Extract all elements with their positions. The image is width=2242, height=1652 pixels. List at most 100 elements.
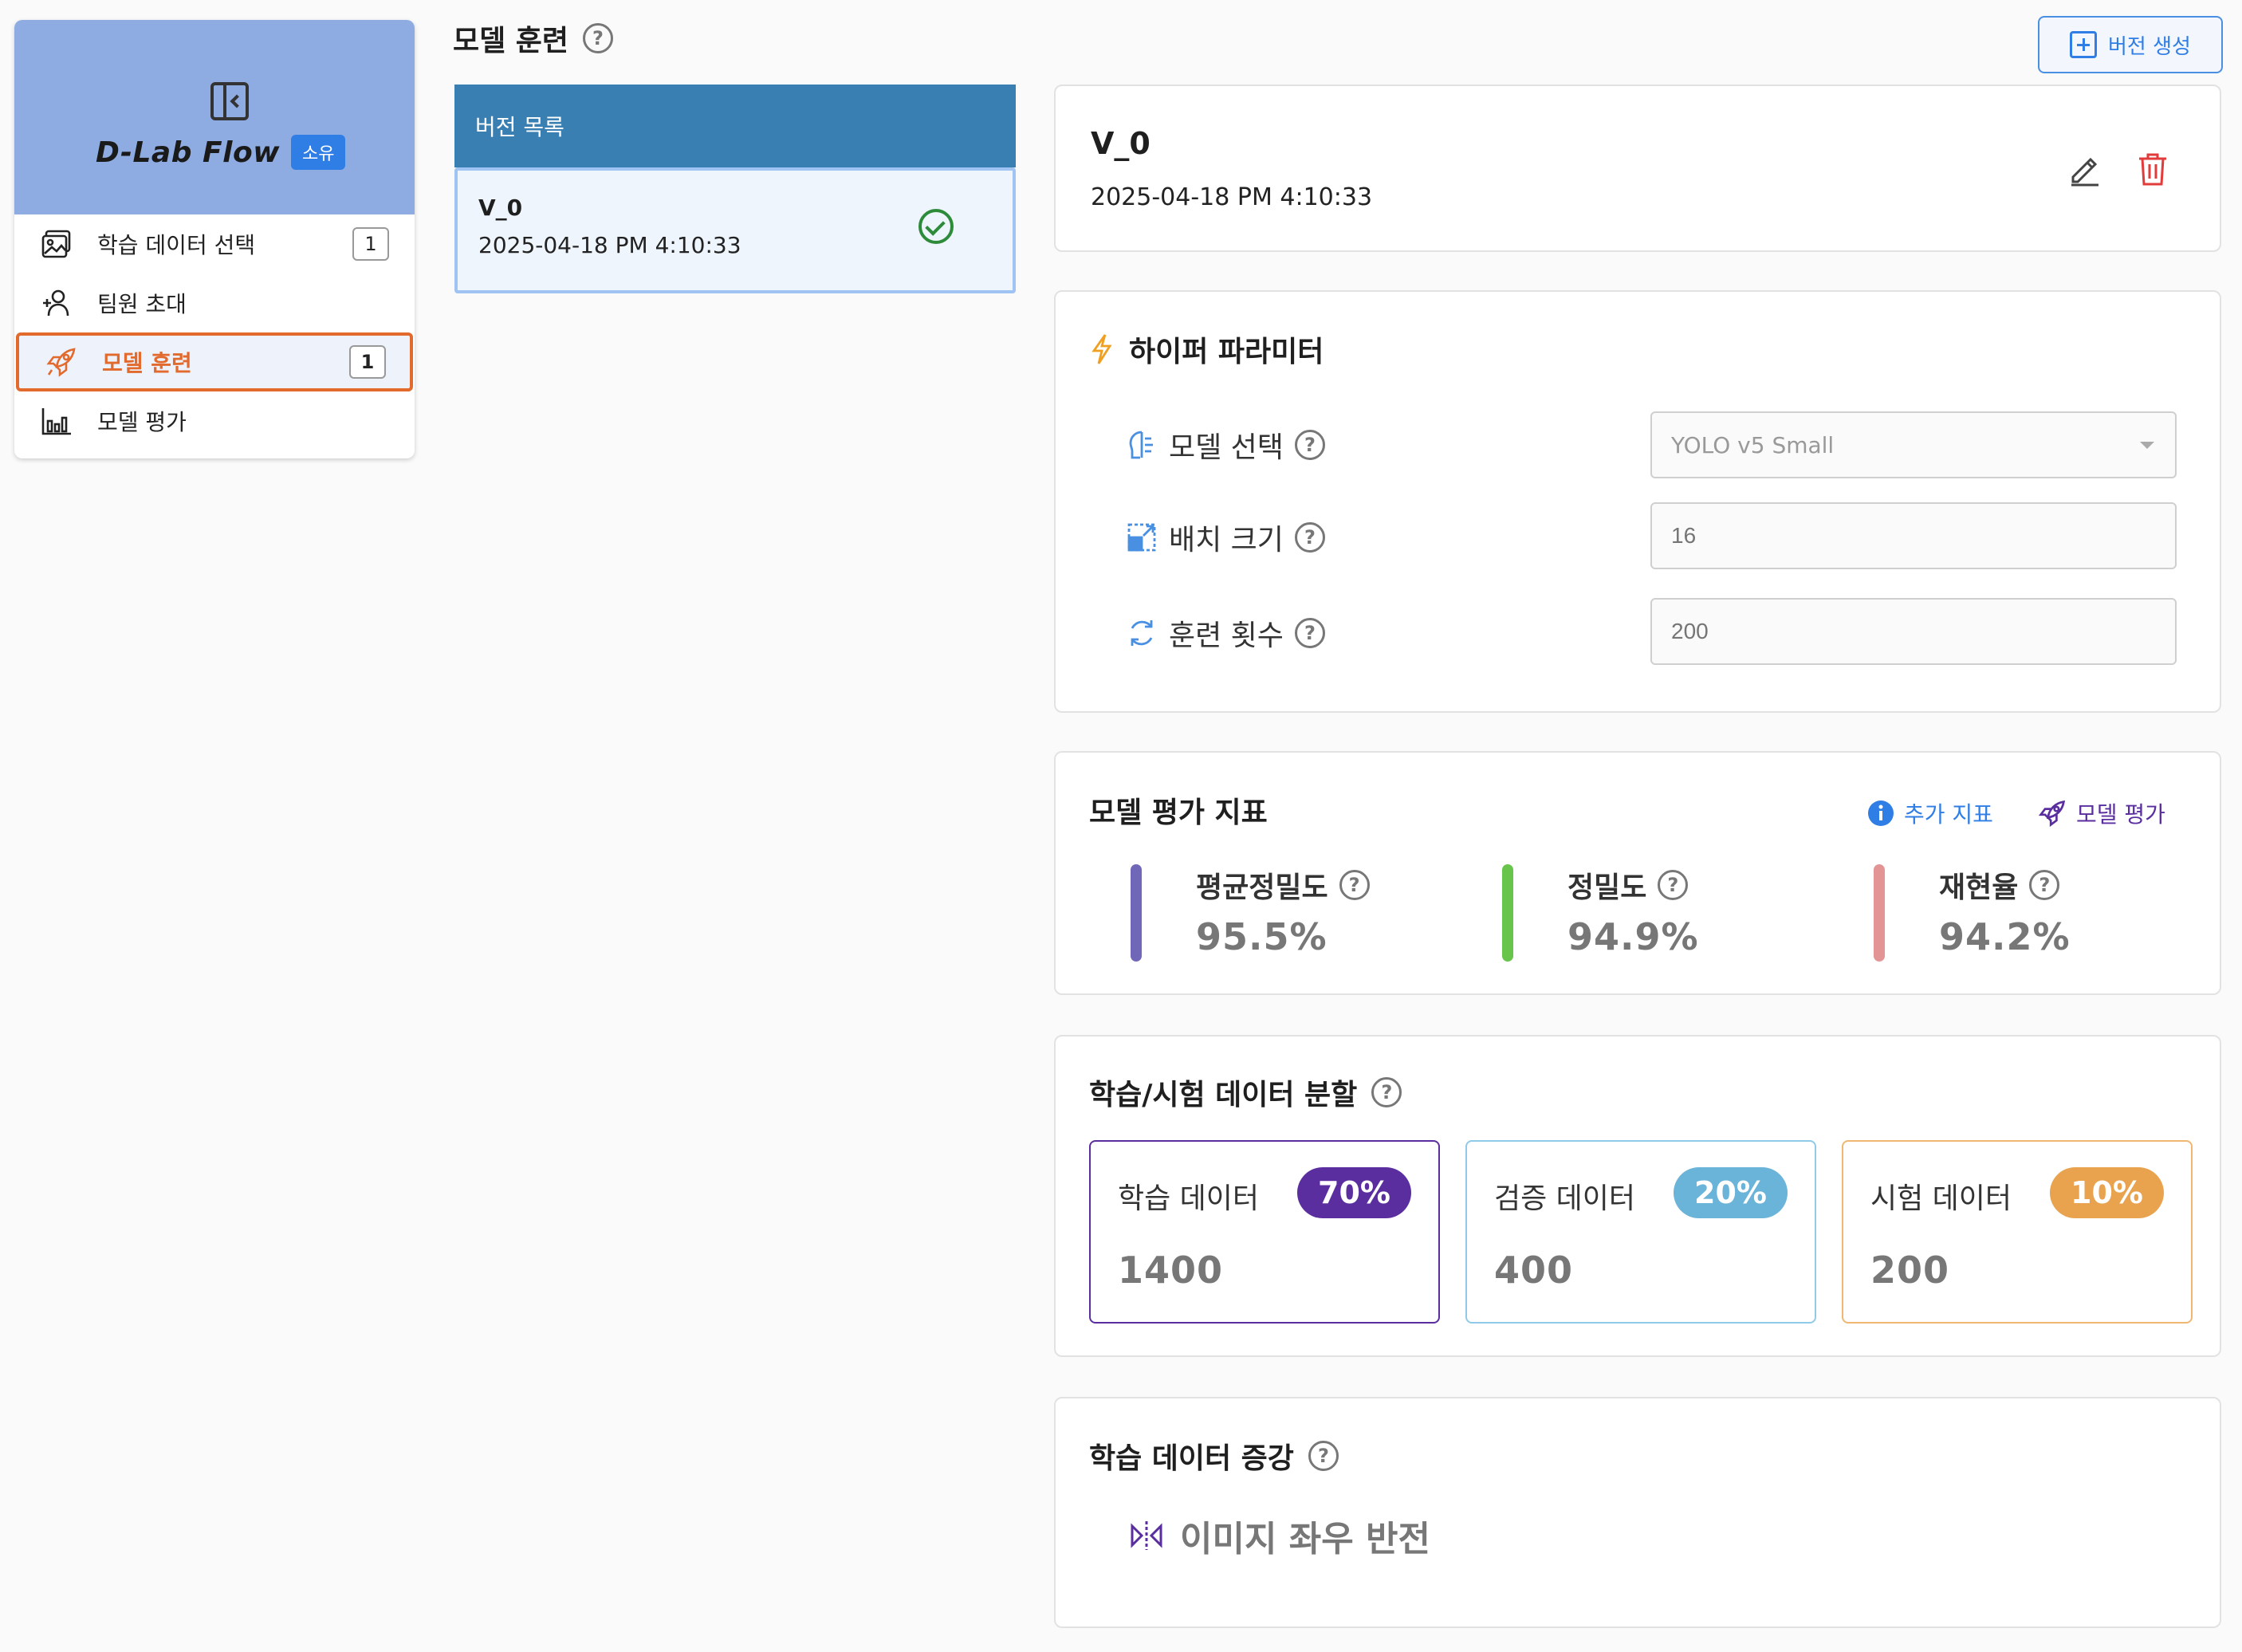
data-split-title-text: 학습/시험 데이터 분할 — [1089, 1079, 1358, 1111]
version-date: 2025-04-18 PM 4:10:33 — [478, 232, 741, 258]
sidebar-item-select-data[interactable]: 학습 데이터 선택 1 — [14, 214, 415, 273]
model-select-value: YOLO v5 Small — [1671, 431, 1835, 458]
split-test[interactable]: 시험 데이터 10% 200 — [1842, 1140, 2193, 1324]
metric-name: 평균정밀도 ? — [1196, 864, 1370, 906]
images-icon — [40, 227, 73, 261]
sidebar-header: D-Lab Flow 소유 — [14, 20, 415, 214]
augmentation-item-label: 이미지 좌우 반전 — [1180, 1519, 1430, 1560]
split-name: 검증 데이터 — [1494, 1182, 1636, 1215]
new-version-label: 버전 생성 — [2108, 34, 2191, 59]
sidebar-item-label: 팀원 초대 — [97, 291, 187, 317]
batch-size-input[interactable] — [1650, 502, 2177, 569]
split-validation[interactable]: 검증 데이터 20% 400 — [1465, 1140, 1816, 1324]
bar-chart-icon — [40, 404, 73, 438]
extra-metrics-label: 추가 지표 — [1904, 801, 1993, 828]
split-percent-badge: 10% — [2050, 1167, 2164, 1218]
epochs-label: 훈련 횟수 ? — [1126, 612, 1325, 654]
version-detail-name: V_0 — [1091, 126, 1150, 161]
metric-value: 94.2% — [1939, 915, 2071, 958]
rocket-icon — [45, 345, 78, 379]
sidebar-item-label: 모델 훈련 — [102, 350, 192, 376]
sidebar-item-evaluate[interactable]: 모델 평가 — [14, 391, 415, 450]
metric-name: 정밀도 ? — [1567, 864, 1689, 906]
owner-badge: 소유 — [290, 135, 346, 170]
lightning-icon — [1092, 334, 1112, 364]
sidebar-item-label: 학습 데이터 선택 — [97, 232, 256, 258]
epochs-input[interactable] — [1650, 598, 2177, 665]
version-detail-card: V_0 2025-04-18 PM 4:10:33 — [1054, 85, 2221, 252]
sidebar-item-train[interactable]: 모델 훈련 1 — [16, 332, 413, 391]
augmentation-item-flip[interactable]: 이미지 좌우 반전 — [1129, 1510, 1430, 1561]
help-icon[interactable]: ? — [1308, 1441, 1339, 1471]
help-icon[interactable]: ? — [1294, 618, 1325, 648]
split-train[interactable]: 학습 데이터 70% 1400 — [1089, 1140, 1440, 1324]
count-badge: 1 — [352, 227, 389, 261]
help-icon[interactable]: ? — [1294, 430, 1325, 460]
metric-color-bar — [1502, 864, 1513, 962]
sidebar-collapse-icon[interactable] — [210, 82, 249, 120]
sidebar-item-invite[interactable]: 팀원 초대 — [14, 273, 415, 332]
edit-icon[interactable] — [2067, 151, 2102, 187]
plus-square-icon — [2070, 31, 2098, 58]
augmentation-title: 학습 데이터 증강 ? — [1089, 1435, 1339, 1477]
hyperparams-title: 하이퍼 파라미터 — [1089, 328, 1324, 370]
brain-icon — [1129, 431, 1153, 459]
hyperparams-title-text: 하이퍼 파라미터 — [1129, 336, 1324, 368]
brand-title: D-Lab Flow — [96, 136, 280, 169]
check-circle-icon — [918, 209, 954, 244]
hyperparams-card: 하이퍼 파라미터 모델 선택 ? YOLO v5 Small 배치 크기 ? 훈… — [1054, 290, 2221, 713]
split-name: 학습 데이터 — [1118, 1182, 1260, 1215]
augmentation-title-text: 학습 데이터 증강 — [1089, 1442, 1294, 1475]
count-badge: 1 — [349, 345, 386, 379]
metric-name-text: 재현율 — [1939, 871, 2019, 904]
batch-size-label: 배치 크기 ? — [1126, 517, 1325, 558]
metric-color-bar — [1874, 864, 1885, 962]
model-evaluate-label: 모델 평가 — [2076, 801, 2165, 828]
page-title: 모델 훈련 ? — [453, 18, 614, 59]
refresh-icon — [1131, 620, 1153, 646]
extra-metrics-link[interactable]: 추가 지표 — [1867, 797, 1993, 829]
metric-value: 94.9% — [1567, 915, 1699, 958]
help-icon[interactable]: ? — [583, 23, 614, 53]
help-icon[interactable]: ? — [1294, 522, 1325, 553]
info-icon — [1868, 800, 1894, 826]
help-icon[interactable]: ? — [1658, 870, 1689, 900]
epochs-label-text: 훈련 횟수 — [1169, 620, 1284, 652]
split-percent-badge: 20% — [1674, 1167, 1788, 1218]
page-title-text: 모델 훈련 — [453, 25, 569, 57]
flip-horizontal-icon — [1131, 1521, 1162, 1550]
new-version-button[interactable]: 버전 생성 — [2038, 16, 2223, 73]
trash-icon[interactable] — [2137, 151, 2169, 187]
metric-name-text: 정밀도 — [1567, 871, 1647, 904]
version-detail-date: 2025-04-18 PM 4:10:33 — [1091, 183, 1373, 211]
sidebar-item-label: 모델 평가 — [97, 409, 187, 435]
version-list-item[interactable]: V_0 2025-04-18 PM 4:10:33 — [454, 167, 1016, 293]
help-icon[interactable]: ? — [1339, 870, 1370, 900]
split-count: 1400 — [1118, 1249, 1224, 1292]
model-evaluate-link[interactable]: 모델 평가 — [2038, 797, 2165, 829]
augmentation-card: 학습 데이터 증강 ? 이미지 좌우 반전 — [1054, 1397, 2221, 1628]
metric-name: 재현율 ? — [1939, 864, 2060, 906]
rocket-icon — [2038, 800, 2066, 828]
chevron-down-icon — [2140, 442, 2154, 449]
version-list-header: 버전 목록 — [454, 85, 1016, 167]
help-icon[interactable]: ? — [2029, 870, 2060, 900]
user-plus-icon — [40, 286, 73, 320]
sidebar: D-Lab Flow 소유 학습 데이터 선택 1 팀원 초대 모델 훈련 1 … — [14, 20, 415, 458]
version-list: 버전 목록 V_0 2025-04-18 PM 4:10:33 — [454, 85, 1016, 293]
metric-value: 95.5% — [1196, 915, 1328, 958]
help-icon[interactable]: ? — [1371, 1077, 1402, 1107]
brand: D-Lab Flow 소유 — [96, 135, 346, 170]
model-select-label: 모델 선택 ? — [1126, 424, 1325, 466]
metrics-title: 모델 평가 지표 — [1089, 796, 1268, 829]
split-name: 시험 데이터 — [1870, 1182, 2012, 1215]
metrics-card: 모델 평가 지표 추가 지표 모델 평가 평균정밀도 ? 95.5% 정밀도 ? — [1054, 751, 2221, 995]
model-select-label-text: 모델 선택 — [1169, 431, 1284, 464]
model-select-dropdown[interactable]: YOLO v5 Small — [1650, 411, 2177, 478]
split-count: 200 — [1870, 1249, 1950, 1292]
split-count: 400 — [1494, 1249, 1574, 1292]
resize-icon — [1127, 523, 1156, 552]
data-split-title: 학습/시험 데이터 분할 ? — [1089, 1072, 1402, 1113]
version-name: V_0 — [478, 195, 523, 221]
metric-name-text: 평균정밀도 — [1196, 871, 1328, 904]
